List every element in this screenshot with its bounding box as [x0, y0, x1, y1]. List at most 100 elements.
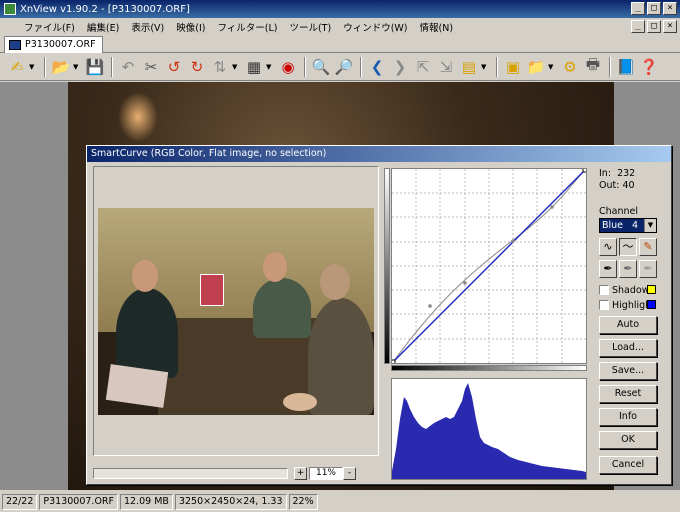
color-wheel-icon[interactable]: ◉: [277, 56, 299, 78]
help-icon[interactable]: ❓: [638, 56, 660, 78]
close-button[interactable]: ×: [663, 2, 677, 15]
pencil-icon[interactable]: ✎: [639, 238, 657, 256]
curve-control-point[interactable]: [428, 304, 432, 308]
out-label: Out:: [599, 180, 620, 191]
minimize-button[interactable]: _: [631, 2, 645, 15]
menu-filter[interactable]: フィルター(L): [211, 20, 283, 34]
histogram-svg: [392, 383, 586, 479]
main-toolbar: ✍ ▼ 📂 ▼ 💾 ↶ ✂ ↺ ↻ ⇅ ▼ ▦ ▼ ◉ 🔍 🔎 ❮ ❯ ⇱ ⇲ …: [0, 53, 680, 81]
shadow-color-swatch[interactable]: [647, 285, 656, 294]
channel-select[interactable]: Blue 4 ▼: [599, 218, 657, 233]
first-icon[interactable]: ⇱: [412, 56, 434, 78]
ok-button[interactable]: OK: [599, 431, 657, 449]
in-label: In:: [599, 168, 612, 179]
maximize-button[interactable]: □: [647, 2, 661, 15]
preview-head-left: [132, 260, 158, 292]
preview-magazine: [105, 364, 169, 408]
out-readout: Out: 40: [599, 180, 635, 192]
tab-p3130007[interactable]: P3130007.ORF: [4, 36, 103, 53]
menu-tools[interactable]: ツール(T): [283, 20, 337, 34]
in-readout: In: 232: [599, 168, 635, 180]
status-bar: 22/22 P3130007.ORF 12.09 MB 3250×2450×24…: [0, 491, 680, 512]
load-button[interactable]: Load...: [599, 339, 657, 357]
mdi-close-button[interactable]: ×: [663, 20, 677, 33]
last-icon[interactable]: ⇲: [435, 56, 457, 78]
undo-icon[interactable]: ↶: [117, 56, 139, 78]
menu-file[interactable]: ファイル(F): [18, 20, 81, 34]
browser-icon[interactable]: ✍: [6, 56, 28, 78]
rotate-right-icon[interactable]: ↻: [186, 56, 208, 78]
zoom-out-icon[interactable]: 🔎: [333, 56, 355, 78]
smooth-curve-icon[interactable]: 〜: [619, 238, 637, 256]
settings-icon[interactable]: ⚙: [559, 56, 581, 78]
menu-edit[interactable]: 編集(E): [81, 20, 125, 34]
curve-control-point[interactable]: [511, 239, 515, 243]
cut-icon[interactable]: ✂: [140, 56, 162, 78]
rotate-left-icon[interactable]: ↺: [163, 56, 185, 78]
open-folder-icon[interactable]: 📂: [50, 56, 72, 78]
slideshow-dropdown-icon[interactable]: ▼: [481, 63, 489, 71]
auto-button[interactable]: Auto: [599, 316, 657, 334]
highlight-color-swatch[interactable]: [647, 300, 656, 309]
next-icon[interactable]: ❯: [389, 56, 411, 78]
new-window-icon[interactable]: ▣: [502, 56, 524, 78]
input-gradient-bar: [391, 365, 587, 371]
zoom-plus-button[interactable]: +: [294, 467, 307, 480]
browser-dropdown-icon[interactable]: ▼: [29, 63, 37, 71]
zoom-value-field[interactable]: 11%: [309, 467, 343, 480]
curve-point-end[interactable]: [582, 167, 588, 173]
zoom-in-icon[interactable]: 🔍: [310, 56, 332, 78]
previous-icon[interactable]: ❮: [366, 56, 388, 78]
cancel-button[interactable]: Cancel: [599, 456, 657, 474]
curve-control-point[interactable]: [550, 205, 554, 209]
preview-horizontal-scrollbar[interactable]: [93, 468, 288, 479]
save-icon[interactable]: 💾: [84, 56, 106, 78]
menu-info[interactable]: 情報(N): [414, 20, 460, 34]
curve-point-start[interactable]: [390, 359, 396, 365]
status-dimensions: 3250×2450×24, 1.33: [174, 493, 287, 510]
zoom-minus-button[interactable]: -: [343, 467, 356, 480]
dialog-title: SmartCurve (RGB Color, Flat image, no se…: [87, 146, 671, 162]
shadow-option[interactable]: Shadow: [599, 284, 650, 296]
print-icon[interactable]: 🖶: [582, 55, 604, 78]
adjust-dropdown-icon[interactable]: ▼: [266, 63, 274, 71]
slideshow-icon[interactable]: ▤: [458, 56, 480, 78]
status-filename: P3130007.ORF: [39, 493, 118, 510]
histogram: [391, 378, 587, 480]
toolbar-separator: [111, 56, 113, 77]
gray-eyedropper-icon[interactable]: ✒: [619, 260, 637, 278]
curve-editor[interactable]: [390, 167, 588, 365]
open-dropdown-icon[interactable]: ▼: [73, 63, 81, 71]
menu-image[interactable]: 映像(I): [170, 20, 211, 34]
mdi-restore-button[interactable]: □: [647, 20, 661, 33]
status-index: 22/22: [2, 493, 38, 510]
flip-dropdown-icon[interactable]: ▼: [232, 63, 240, 71]
lamp-light: [118, 92, 158, 142]
info-button[interactable]: Info: [599, 408, 657, 426]
shadow-checkbox[interactable]: [599, 285, 609, 295]
toolbar-separator: [44, 56, 46, 77]
adjust-icon[interactable]: ▦: [243, 56, 265, 78]
move-dropdown-icon[interactable]: ▼: [548, 63, 556, 71]
menu-view[interactable]: 表示(V): [125, 20, 170, 34]
reset-button[interactable]: Reset: [599, 385, 657, 403]
toolbar-separator: [360, 56, 362, 77]
move-to-folder-icon[interactable]: 📁: [525, 56, 547, 78]
book-icon[interactable]: 📘: [615, 56, 637, 78]
menu-window[interactable]: ウィンドウ(W): [337, 20, 413, 34]
black-eyedropper-icon[interactable]: ✒: [599, 260, 617, 278]
mdi-minimize-button[interactable]: _: [631, 20, 645, 33]
histogram-area: [392, 383, 586, 479]
channel-dropdown-arrow-icon[interactable]: ▼: [644, 219, 656, 232]
preview-plate: [283, 393, 317, 411]
flip-icon[interactable]: ⇅: [209, 56, 231, 78]
curve-mode-icon[interactable]: ∿: [599, 238, 617, 256]
toolbar-separator: [496, 56, 498, 77]
white-eyedropper-icon[interactable]: ✒: [639, 260, 657, 278]
preview-image[interactable]: [98, 208, 374, 415]
highlight-checkbox[interactable]: [599, 300, 609, 310]
preview-panel: [93, 166, 379, 456]
save-button[interactable]: Save...: [599, 362, 657, 380]
document-tabs: P3130007.ORF: [0, 35, 680, 53]
curve-control-point[interactable]: [463, 281, 467, 285]
